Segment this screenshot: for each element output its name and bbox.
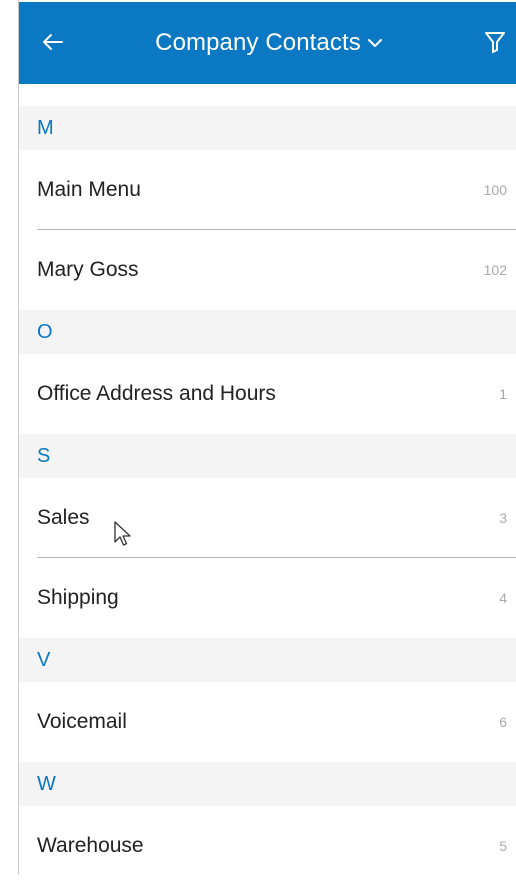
contact-row-voicemail[interactable]: Voicemail 6 — [19, 682, 516, 762]
filter-icon — [484, 30, 506, 59]
section-header-w: W — [19, 762, 516, 806]
contact-name: Main Menu — [37, 178, 141, 201]
contact-name: Sales — [37, 506, 90, 529]
contact-name: Office Address and Hours — [37, 382, 276, 405]
contact-name: Mary Goss — [37, 258, 139, 281]
contact-row-office-address[interactable]: Office Address and Hours 1 — [19, 354, 516, 434]
contact-row-warehouse[interactable]: Warehouse 5 — [19, 806, 516, 886]
contacts-dropdown[interactable]: Company Contacts — [109, 2, 429, 84]
section-header-s: S — [19, 434, 516, 478]
section-header-m: M — [19, 106, 516, 150]
contact-extension: 5 — [499, 838, 507, 854]
contact-row-sales[interactable]: Sales 3 — [19, 478, 516, 558]
contact-row-shipping[interactable]: Shipping 4 — [19, 558, 516, 638]
contact-row-mary-goss[interactable]: Mary Goss 102 — [19, 230, 516, 310]
app-bar: Company Contacts — [19, 2, 516, 84]
contact-extension: 3 — [499, 510, 507, 526]
contact-list: M Main Menu 100 Mary Goss 102 O Office A… — [19, 106, 516, 886]
filter-button[interactable] — [473, 22, 516, 66]
contact-extension: 100 — [483, 182, 507, 198]
section-header-v: V — [19, 638, 516, 682]
arrow-left-icon — [42, 33, 64, 56]
contact-name: Warehouse — [37, 834, 144, 857]
contact-row-main-menu[interactable]: Main Menu 100 — [19, 150, 516, 230]
contact-extension: 4 — [499, 590, 507, 606]
back-button[interactable] — [31, 22, 75, 66]
section-header-o: O — [19, 310, 516, 354]
contact-name: Shipping — [37, 586, 119, 609]
contact-extension: 6 — [499, 714, 507, 730]
contact-extension: 102 — [483, 262, 507, 278]
contact-name: Voicemail — [37, 710, 127, 733]
page-title: Company Contacts — [155, 29, 361, 56]
contacts-screen: Company Contacts M Main Menu 100 Mary Go… — [18, 0, 516, 886]
chevron-down-icon — [367, 38, 383, 48]
contact-extension: 1 — [499, 386, 507, 402]
window-left-margin — [0, 0, 18, 875]
